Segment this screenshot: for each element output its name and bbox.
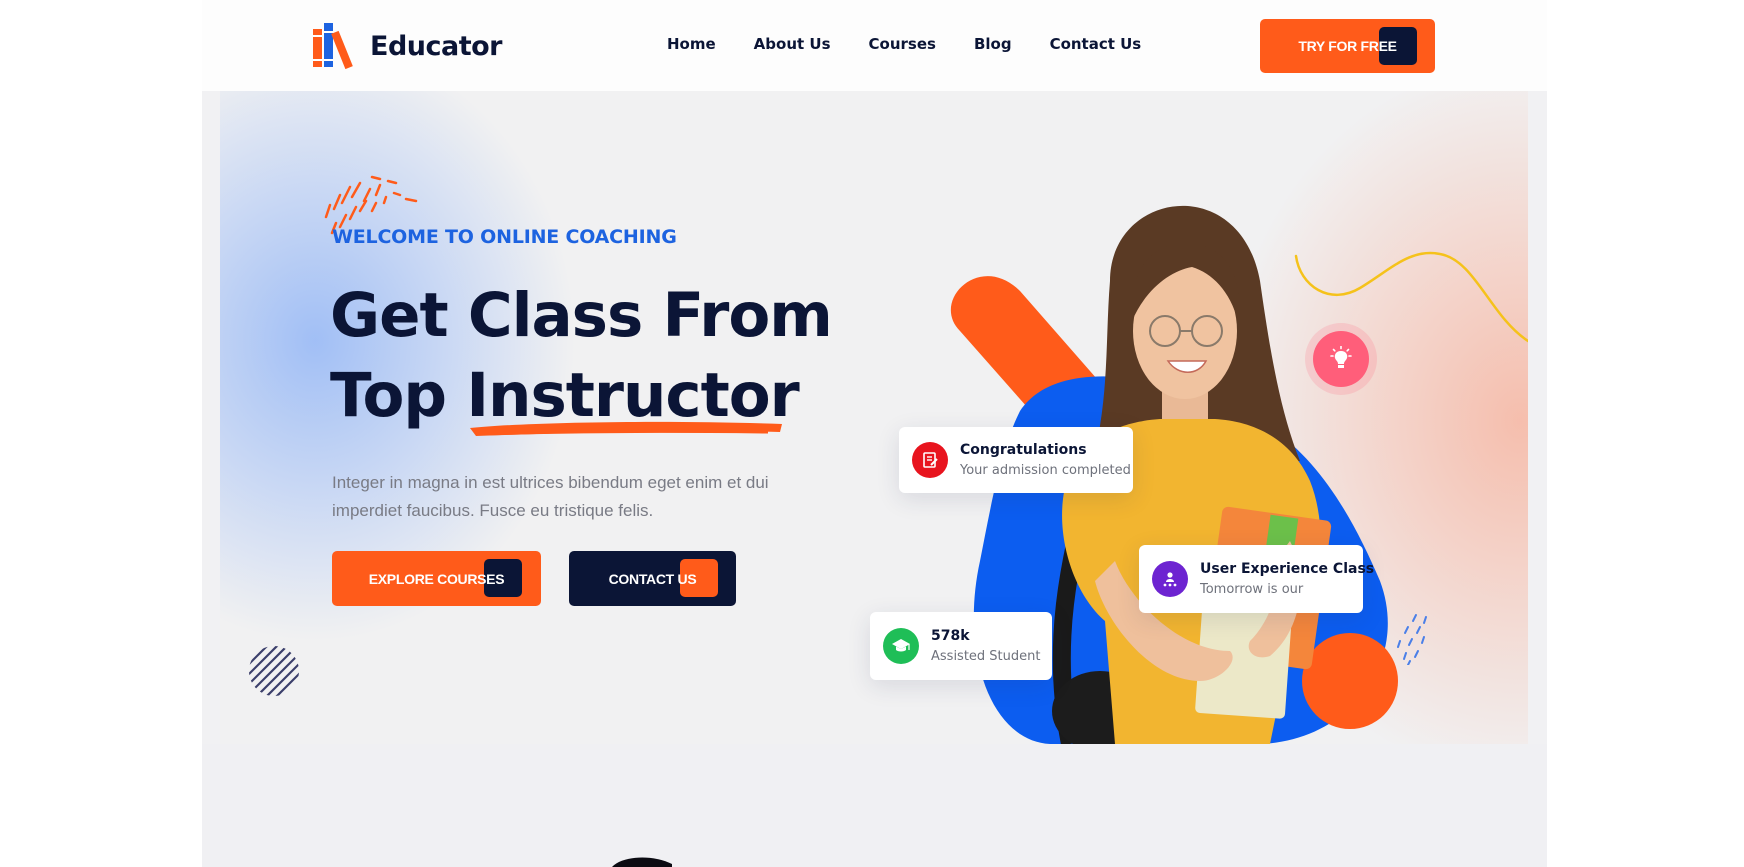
ux-class-card: User Experience Class Tomorrow is our	[1139, 545, 1374, 613]
students-count: 578k	[931, 628, 970, 644]
nav-blog[interactable]: Blog	[974, 35, 1012, 53]
explore-courses-button[interactable]: EXPLORE COURSES	[332, 551, 541, 606]
lightbulb-badge	[1313, 331, 1369, 387]
logo-text: Educator	[370, 30, 503, 62]
try-for-free-label: TRY FOR FREE	[1298, 38, 1397, 54]
congratulations-subtitle: Your admission completed	[960, 463, 1131, 478]
contact-us-label: CONTACT US	[608, 570, 697, 587]
striped-circle-icon	[249, 646, 299, 696]
admission-icon	[912, 442, 948, 478]
try-for-free-button[interactable]: TRY FOR FREE	[1260, 19, 1435, 73]
graduation-cap-icon	[883, 628, 919, 664]
nav-home[interactable]: Home	[667, 35, 716, 53]
students-subtitle: Assisted Student	[931, 649, 1041, 664]
brush-underline-icon	[470, 421, 782, 436]
nav-contact-us[interactable]: Contact Us	[1050, 35, 1142, 53]
lightbulb-icon	[1330, 346, 1352, 368]
headline-prefix: Top	[330, 360, 467, 431]
headline-line-1: Get Class From	[330, 280, 833, 351]
decorative-shape	[612, 857, 672, 867]
contact-us-button[interactable]: CONTACT US	[569, 551, 736, 606]
books-logo-icon	[313, 23, 353, 69]
page: Educator Home About Us Courses Blog Cont…	[0, 0, 1744, 867]
congratulations-card: Congratulations Your admission completed	[899, 427, 1133, 493]
nav-about-us[interactable]: About Us	[754, 35, 831, 53]
hero-headline: Get Class From Top Instructor	[330, 276, 833, 436]
ux-class-subtitle: Tomorrow is our	[1200, 582, 1304, 597]
hero-kicker: WELCOME TO ONLINE COACHING	[332, 226, 677, 248]
students-card: 578k Assisted Student	[870, 612, 1052, 680]
logo[interactable]: Educator	[312, 23, 503, 69]
nav-courses[interactable]: Courses	[869, 35, 936, 53]
congratulations-title: Congratulations	[960, 442, 1087, 458]
explore-courses-label: EXPLORE COURSES	[368, 570, 505, 587]
ux-class-title: User Experience Class	[1200, 561, 1375, 577]
next-section	[202, 744, 1547, 867]
class-icon	[1152, 561, 1188, 597]
main-nav: Home About Us Courses Blog Contact Us	[667, 35, 1179, 53]
hero-description: Integer in magna in est ultrices bibendu…	[332, 473, 769, 520]
